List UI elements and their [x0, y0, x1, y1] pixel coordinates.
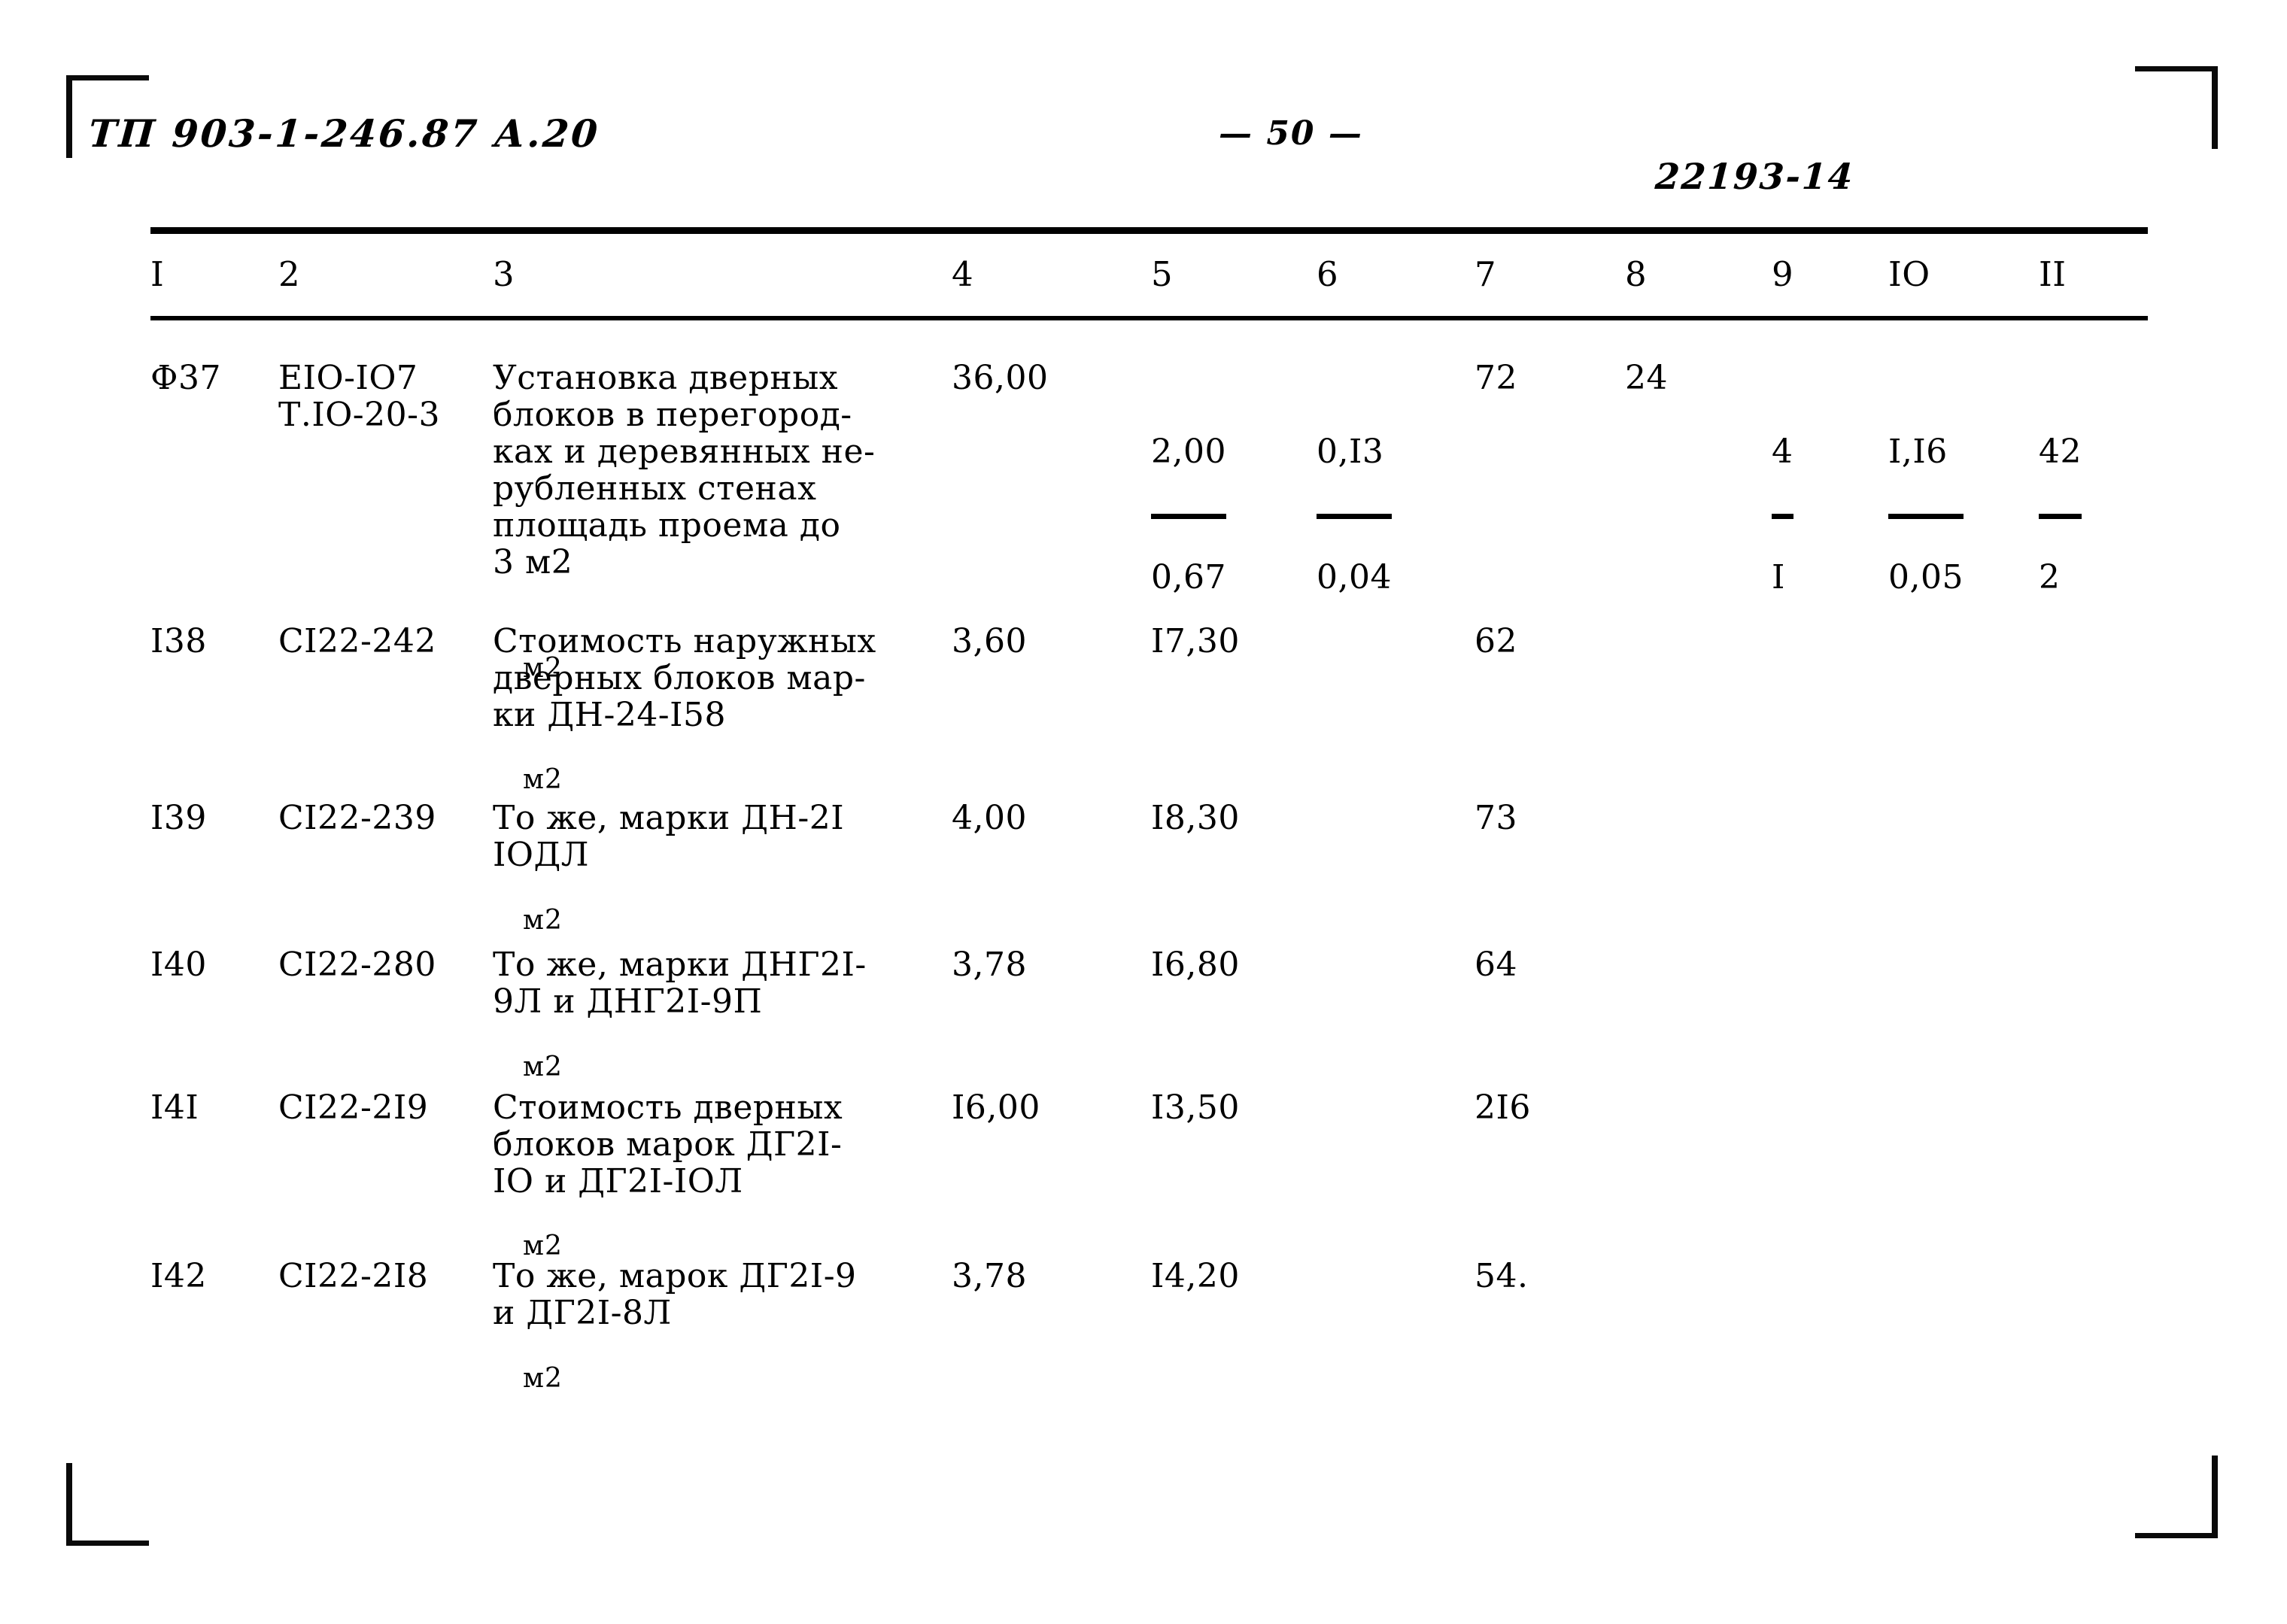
row-norm-code: СI22-242 [278, 622, 436, 660]
column-header-1: I [150, 254, 165, 294]
crop-mark-top-right [2135, 66, 2218, 149]
row-value-4: 3,78 [952, 1257, 1027, 1295]
row-description: То же, марки ДНГ2I- 9Л и ДНГ2I-9П [493, 946, 867, 1021]
page-number: — 50 — [1219, 114, 1363, 153]
fraction-denominator: 0,67 [1151, 558, 1226, 596]
row-number: I42 [150, 1257, 207, 1295]
column-header-6: 6 [1317, 254, 1339, 294]
row-norm-code: СI22-2I9 [278, 1088, 429, 1127]
fraction-bar [1772, 514, 1793, 519]
document-code: ТП 903-1-246.87 А.20 [87, 111, 602, 156]
row-value-11: 42 2 [2039, 360, 2152, 633]
row-unit: м2 [523, 764, 563, 795]
row-value-8: 24 [1625, 359, 1668, 397]
row-number: Ф37 [150, 359, 222, 397]
row-norm-code: СI22-2I8 [278, 1257, 429, 1295]
fraction-denominator: 0,04 [1317, 558, 1392, 596]
row-unit: м2 [523, 1363, 563, 1394]
column-header-11: II [2039, 254, 2067, 294]
fraction-numerator: 42 [2039, 433, 2082, 471]
row-value-7: 73 [1475, 799, 1517, 837]
fraction-bar [1888, 514, 1964, 519]
fraction-10: I,I6 0,05 [1888, 396, 1964, 633]
row-unit: м2 [523, 905, 563, 936]
row-description: То же, марок ДГ2I-9 и ДГ2I-8Л [493, 1257, 857, 1332]
row-value-7: 54. [1475, 1257, 1529, 1295]
row-value-9: 4 I [1772, 360, 1877, 633]
row-number: I40 [150, 946, 207, 984]
row-description: Стоимость дверных блоков марок ДГ2I- IО … [493, 1088, 843, 1201]
row-value-6: 0,I3 0,04 [1317, 360, 1459, 633]
row-value-10: I,I6 0,05 [1888, 360, 2031, 633]
row-number: I4I [150, 1088, 199, 1127]
row-value-5: 2,00 0,67 [1151, 360, 1301, 633]
fraction-5: 2,00 0,67 [1151, 396, 1226, 633]
fraction-9: 4 I [1772, 396, 1793, 633]
sheet-code: 22193-14 [1654, 156, 1855, 198]
row-description: Установка дверных блоков в перегород- ка… [493, 359, 876, 581]
row-value-7: 62 [1475, 622, 1517, 660]
column-header-3: 3 [493, 254, 515, 294]
row-description: Стоимость наружных дверных блоков мар- к… [493, 622, 876, 734]
fraction-numerator: 2,00 [1151, 433, 1226, 471]
fraction-denominator: 0,05 [1888, 558, 1964, 596]
row-norm-code: СI22-239 [278, 799, 436, 837]
column-header-5: 5 [1151, 254, 1174, 294]
row-value-7: 64 [1475, 946, 1517, 984]
fraction-numerator: 0,I3 [1317, 433, 1384, 471]
fraction-denominator: 2 [2039, 558, 2061, 596]
table-top-rule [150, 227, 2148, 234]
column-header-9: 9 [1772, 254, 1794, 294]
column-header-10: IO [1888, 254, 1930, 294]
row-value-5: I6,80 [1151, 946, 1240, 984]
row-value-4: 3,78 [952, 946, 1027, 984]
row-value-4: 4,00 [952, 799, 1027, 837]
row-value-4: I6,00 [952, 1088, 1040, 1127]
crop-mark-bottom-right [2135, 1456, 2218, 1538]
row-value-5: I8,30 [1151, 799, 1240, 837]
row-number: I38 [150, 622, 207, 660]
row-value-5: I7,30 [1151, 622, 1240, 660]
column-header-2: 2 [278, 254, 301, 294]
column-header-4: 4 [952, 254, 974, 294]
row-unit: м2 [523, 1052, 563, 1082]
fraction-bar [2039, 514, 2082, 519]
row-norm-code: ЕIО-IО7 Т.IО-20-3 [278, 359, 441, 434]
column-header-8: 8 [1625, 254, 1648, 294]
fraction-bar [1317, 514, 1392, 519]
fraction-numerator: 4 [1772, 433, 1793, 471]
row-value-4: 3,60 [952, 622, 1027, 660]
row-value-4: 36,00 [952, 359, 1049, 397]
fraction-numerator: I,I6 [1888, 433, 1948, 471]
row-value-5: I4,20 [1151, 1257, 1240, 1295]
crop-mark-bottom-left [66, 1463, 149, 1546]
row-value-7: 72 [1475, 359, 1517, 397]
fraction-11: 42 2 [2039, 396, 2082, 633]
row-value-7: 2I6 [1475, 1088, 1531, 1127]
row-value-5: I3,50 [1151, 1088, 1240, 1127]
row-norm-code: СI22-280 [278, 946, 436, 984]
fraction-bar [1151, 514, 1226, 519]
fraction-6: 0,I3 0,04 [1317, 396, 1392, 633]
table-header-rule [150, 316, 2148, 320]
column-header-7: 7 [1475, 254, 1497, 294]
row-number: I39 [150, 799, 207, 837]
fraction-denominator: I [1772, 558, 1785, 596]
row-description: То же, марки ДН-2I IОДЛ [493, 799, 845, 874]
